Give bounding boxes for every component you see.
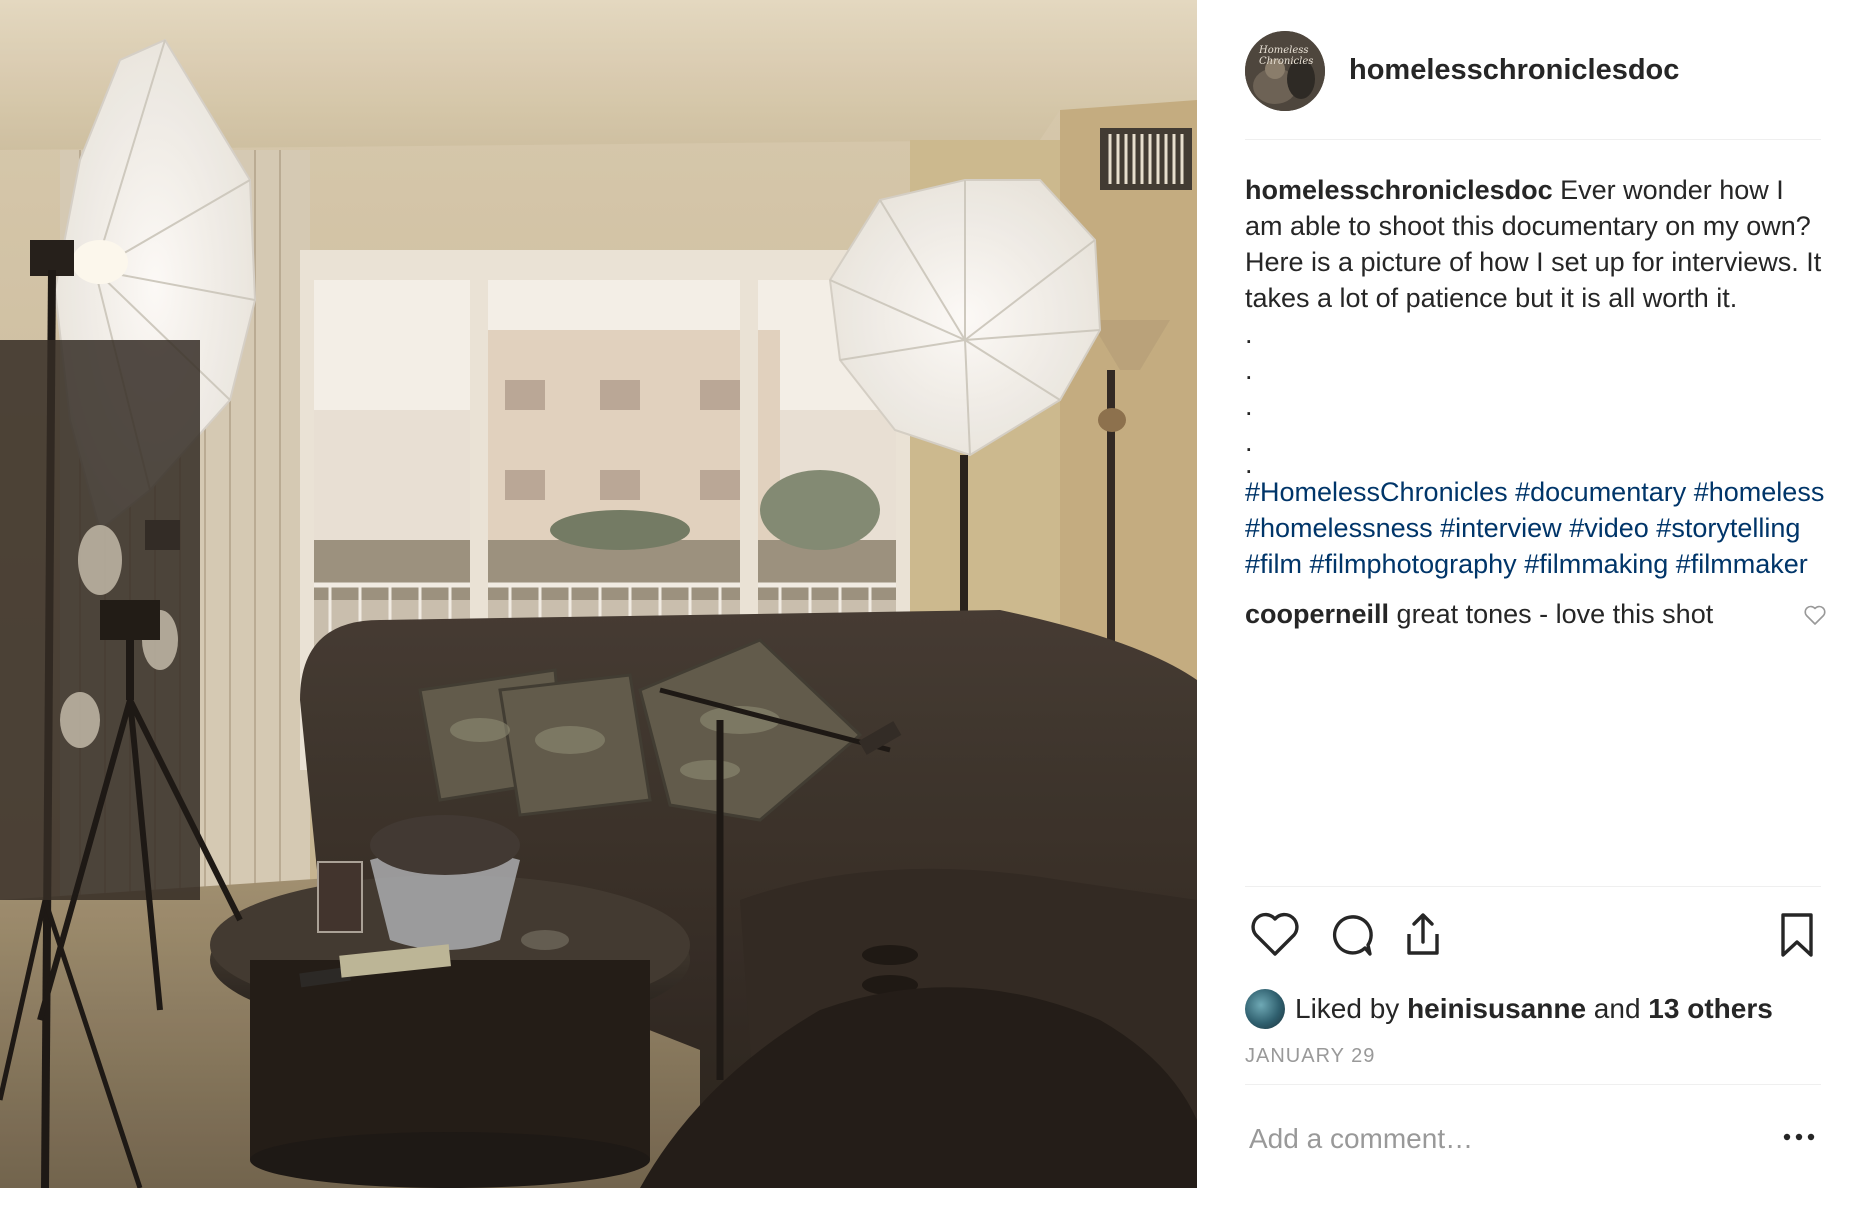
avatar[interactable]: Homeless Chronicles xyxy=(1245,31,1325,111)
caption-dot-1: . xyxy=(1245,319,1253,349)
avatar-image xyxy=(1245,31,1325,111)
avatar-logo-text: Homeless Chronicles xyxy=(1259,45,1314,67)
bookmark-icon[interactable] xyxy=(1771,909,1823,961)
post-actions: Liked by heinisusanne and 13 others JANU… xyxy=(1245,886,1821,1213)
caption-dot-3: . xyxy=(1245,391,1253,421)
hashtags: #HomelessChronicles #documentary #homele… xyxy=(1245,474,1825,582)
post-side-panel: Homeless Chronicles homelesschroniclesdo… xyxy=(1197,0,1854,1188)
hashtag-link[interactable]: #film xyxy=(1245,549,1302,579)
heart-icon[interactable] xyxy=(1249,909,1301,961)
hashtag-link[interactable]: #homeless xyxy=(1694,477,1825,507)
comment-text: great tones - love this shot xyxy=(1396,599,1714,629)
hashtag-link[interactable]: #documentary xyxy=(1515,477,1686,507)
likes-others-link[interactable]: 13 others xyxy=(1648,993,1773,1024)
share-icon[interactable] xyxy=(1397,909,1449,961)
living-room-photo xyxy=(0,0,1197,1188)
caption: homelesschroniclesdoc Ever wonder how I … xyxy=(1245,172,1825,316)
header-username-link[interactable]: homelesschroniclesdoc xyxy=(1349,54,1679,87)
hashtag-link[interactable]: #storytelling xyxy=(1656,513,1800,543)
likes-prefix: Liked by xyxy=(1295,993,1400,1024)
hashtag-link[interactable]: #interview xyxy=(1440,513,1562,543)
comment-input[interactable] xyxy=(1249,1123,1729,1155)
comment-username-link[interactable]: cooperneill xyxy=(1245,599,1389,629)
more-icon[interactable] xyxy=(1781,1127,1817,1147)
hashtag-link[interactable]: #filmmaking xyxy=(1524,549,1668,579)
likes-summary[interactable]: Liked by heinisusanne and 13 others xyxy=(1245,987,1773,1031)
caption-dot-5: . xyxy=(1245,449,1253,479)
hashtag-link[interactable]: #filmmaker xyxy=(1676,549,1808,579)
likes-and: and xyxy=(1593,993,1641,1024)
caption-username-link[interactable]: homelesschroniclesdoc xyxy=(1245,175,1553,205)
caption-dot-2: . xyxy=(1245,355,1253,385)
post-photo[interactable] xyxy=(0,0,1197,1188)
post-date: JANUARY 29 xyxy=(1245,1045,1376,1067)
hashtag-link[interactable]: #filmphotography xyxy=(1310,549,1517,579)
comments-section: homelesschroniclesdoc Ever wonder how I … xyxy=(1245,172,1826,632)
comment-icon[interactable] xyxy=(1325,909,1377,961)
post-header: Homeless Chronicles homelesschroniclesdo… xyxy=(1245,28,1821,140)
liker-avatar xyxy=(1245,988,1285,1029)
comment-item: cooperneill great tones - love this shot xyxy=(1245,596,1826,632)
add-comment-box xyxy=(1245,1084,1821,1197)
hashtag-link[interactable]: #HomelessChronicles xyxy=(1245,477,1508,507)
liker-username-link[interactable]: heinisusanne xyxy=(1407,993,1586,1024)
hashtag-link[interactable]: #video xyxy=(1569,513,1649,543)
heart-icon[interactable] xyxy=(1803,604,1827,626)
hashtag-link[interactable]: #homelessness xyxy=(1245,513,1433,543)
